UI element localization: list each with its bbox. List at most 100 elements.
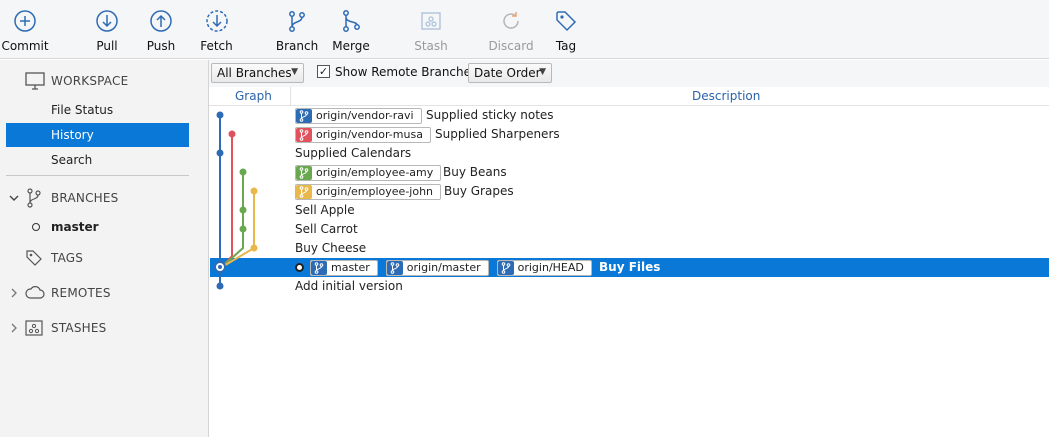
commit-dot[interactable]	[239, 225, 247, 233]
branch-ref-label[interactable]: master	[310, 259, 378, 276]
sidebar-item-history[interactable]: History	[6, 123, 189, 147]
chevron-right-icon[interactable]	[10, 288, 18, 298]
ref-labels: origin/employee-john	[295, 183, 449, 200]
pull-label: Pull	[96, 39, 118, 53]
commit-message: Buy Files	[599, 260, 661, 274]
commit-row[interactable]: origin/employee-amy Buy Beans	[210, 163, 1049, 182]
column-header: Graph Description	[209, 87, 1049, 106]
chevron-down-icon: ▼	[539, 67, 546, 77]
graph-line-employee-john	[221, 191, 255, 268]
checkmark-icon: ✓	[318, 65, 329, 78]
commit-label: Commit	[1, 39, 49, 53]
file-status-label: File Status	[51, 103, 114, 117]
remotes-section[interactable]: REMOTES	[0, 280, 209, 306]
branch-ref-label[interactable]: origin/employee-john	[295, 183, 442, 200]
filter-bar: All Branches ▼ ✓ Show Remote Branches Da…	[209, 60, 1049, 87]
pull-icon	[96, 10, 118, 32]
discard-button[interactable]: Discard	[488, 0, 534, 59]
commit-row[interactable]: Buy Cheese	[210, 239, 1049, 258]
commit-graph	[214, 111, 258, 290]
branch-icon	[386, 260, 403, 275]
commit-row[interactable]: origin/vendor-musa Supplied Sharpeners	[210, 125, 1049, 144]
branch-button[interactable]: Branch	[275, 0, 319, 59]
branch-ref-label[interactable]: origin/vendor-ravi	[295, 107, 422, 124]
sidebar-item-search[interactable]: Search	[6, 148, 189, 172]
merge-button[interactable]: Merge	[332, 0, 370, 59]
branch-icon	[289, 11, 305, 32]
stashes-section[interactable]: STASHES	[0, 315, 209, 341]
commit-dot[interactable]	[250, 244, 258, 252]
push-button[interactable]: Push	[145, 0, 177, 59]
commit-message: Add initial version	[295, 279, 403, 293]
branch-ref-label[interactable]: origin/master	[385, 259, 489, 276]
column-separator[interactable]	[290, 87, 291, 106]
fetch-button[interactable]: Fetch	[200, 0, 233, 59]
workspace-label: WORKSPACE	[51, 74, 129, 88]
commit-message: Buy Grapes	[444, 184, 514, 198]
remotes-label: REMOTES	[51, 286, 111, 300]
order-dropdown-value: Date Order	[474, 66, 541, 80]
tags-section[interactable]: TAGS	[0, 245, 209, 271]
commit-row[interactable]: Add initial version	[210, 277, 1049, 296]
commit-button[interactable]: Commit	[1, 0, 49, 59]
branch-ref-text: master	[331, 261, 370, 274]
commit-dot[interactable]	[239, 206, 247, 214]
graph-column-header[interactable]: Graph	[235, 89, 272, 103]
commit-dot[interactable]	[228, 130, 236, 138]
branch-ref-text: origin/employee-amy	[316, 166, 434, 179]
commit-message: Supplied Calendars	[295, 146, 412, 160]
commit-row[interactable]: Sell Carrot	[210, 220, 1049, 239]
search-label: Search	[51, 153, 93, 167]
branches-section[interactable]: BRANCHES	[0, 185, 209, 211]
commit-row[interactable]: Supplied Calendars	[210, 144, 1049, 163]
commit-dot[interactable]	[216, 111, 224, 119]
stashes-label: STASHES	[51, 321, 107, 335]
merge-icon	[343, 10, 360, 32]
branch-ref-label[interactable]: origin/employee-amy	[295, 164, 442, 181]
commit-message: Sell Carrot	[295, 222, 358, 236]
commit-message: Buy Cheese	[295, 241, 367, 255]
head-indicator-icon	[295, 263, 304, 272]
stash-label: Stash	[414, 39, 448, 53]
branch-ref-label[interactable]: origin/vendor-musa	[295, 126, 431, 143]
pull-button[interactable]: Pull	[92, 0, 122, 59]
commit-message: Buy Beans	[443, 165, 507, 179]
sidebar-item-master[interactable]: master	[6, 215, 189, 239]
branches-dropdown-value: All Branches	[217, 66, 292, 80]
stash-icon	[421, 12, 441, 30]
order-dropdown[interactable]: Date Order ▼	[468, 63, 552, 83]
discard-label: Discard	[488, 39, 534, 53]
commit-dot[interactable]	[250, 187, 258, 195]
head-commit-center	[218, 265, 222, 269]
chevron-right-icon[interactable]	[10, 323, 18, 333]
branch-ref-text: origin/employee-john	[316, 185, 434, 198]
sidebar-item-file-status[interactable]: File Status	[6, 98, 189, 122]
commit-dot[interactable]	[216, 282, 224, 290]
chevron-down-icon[interactable]	[9, 194, 19, 202]
branch-label: Branch	[275, 39, 319, 53]
push-label: Push	[146, 39, 176, 53]
show-remote-checkbox[interactable]: ✓	[317, 65, 330, 78]
branch-ref-text: origin/master	[406, 261, 481, 274]
branch-icon	[296, 108, 312, 123]
tag-button[interactable]: Tag	[553, 0, 579, 59]
commit-row[interactable]: origin/employee-john Buy Grapes	[210, 182, 1049, 201]
workspace-section[interactable]: WORKSPACE	[0, 68, 209, 94]
branch-icon	[296, 165, 312, 180]
branches-dropdown[interactable]: All Branches ▼	[211, 63, 304, 83]
branch-ref-label[interactable]: origin/HEAD	[496, 259, 592, 276]
master-label: master	[51, 220, 99, 234]
description-column-header[interactable]: Description	[692, 89, 760, 103]
commit-dot[interactable]	[216, 149, 224, 157]
sidebar: WORKSPACE File Status History Search BRA…	[0, 60, 209, 437]
commit-row[interactable]: master origin/master origin/HEAD Buy Files	[210, 258, 1049, 277]
commit-row[interactable]: origin/vendor-ravi Supplied sticky notes	[210, 106, 1049, 125]
stash-icon	[25, 320, 43, 336]
stash-button[interactable]: Stash	[414, 0, 448, 59]
merge-label: Merge	[332, 39, 370, 53]
commit-row[interactable]: Sell Apple	[210, 201, 1049, 220]
tag-icon	[556, 11, 577, 32]
branch-ref-text: origin/HEAD	[517, 261, 584, 274]
branch-ref-text: origin/vendor-musa	[316, 128, 423, 141]
commit-dot[interactable]	[239, 168, 247, 176]
